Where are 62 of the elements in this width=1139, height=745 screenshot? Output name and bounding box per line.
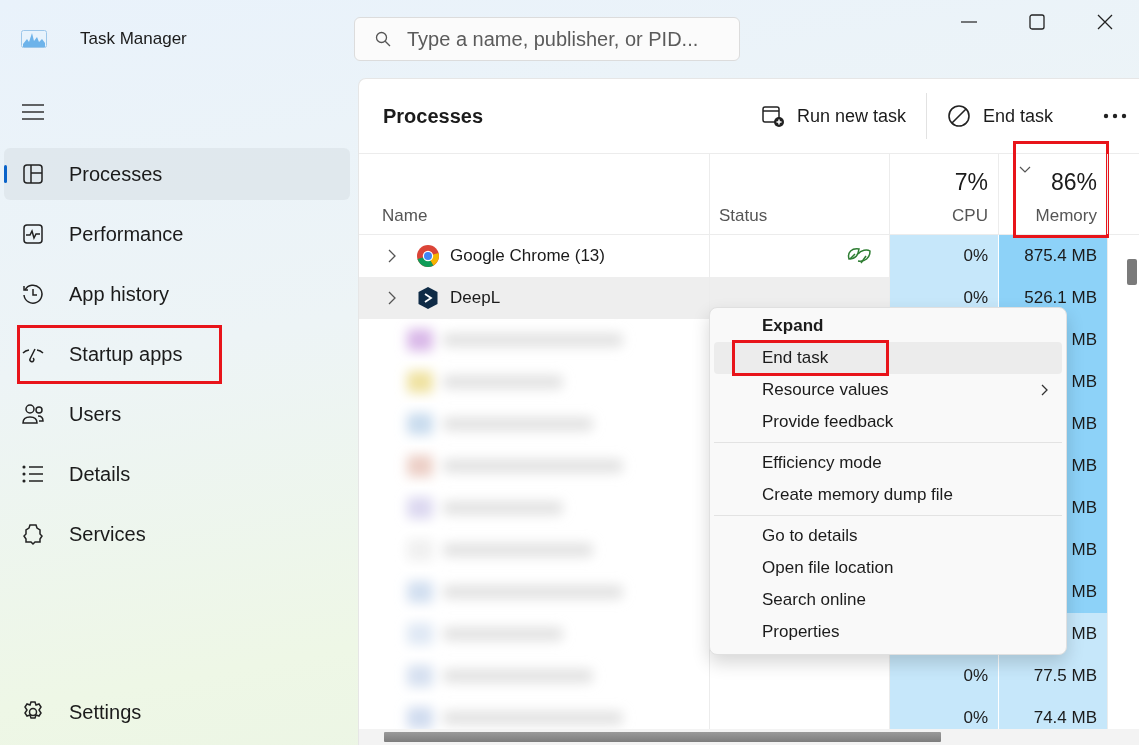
close-icon (1097, 14, 1113, 30)
process-name: DeepL (450, 288, 501, 308)
scrollbar-thumb[interactable] (1127, 259, 1137, 285)
translator-app-icon (416, 286, 440, 310)
column-header[interactable]: 7% CPU (890, 154, 998, 234)
processes-icon (21, 162, 45, 186)
block-icon (946, 104, 971, 128)
cpu-cell: 0% (889, 235, 998, 277)
column-header[interactable]: 86% Memory (999, 154, 1107, 234)
new-window-icon (760, 104, 785, 128)
services-icon (21, 522, 45, 546)
sidebar-item[interactable]: Users (4, 388, 350, 440)
memory-cell: 77.5 MB (998, 655, 1107, 697)
sidebar-label: Processes (69, 162, 163, 186)
minimize-icon (961, 21, 977, 23)
expand-chevron-icon[interactable] (388, 291, 396, 305)
sort-caret-icon (1019, 166, 1031, 173)
search-field[interactable]: Type a name, publisher, or PID... (354, 17, 740, 61)
users-icon (21, 402, 45, 426)
sidebar-label: Details (69, 462, 131, 486)
submenu-chevron-icon (1041, 384, 1048, 396)
maximize-icon (1029, 14, 1045, 30)
app-logo-icon (21, 30, 47, 48)
search-icon (375, 31, 391, 47)
column-label: Memory (1035, 206, 1097, 226)
sidebar-item[interactable]: Details (4, 448, 350, 500)
sidebar-label: Performance (69, 222, 184, 246)
performance-icon (21, 222, 45, 246)
sidebar-item[interactable]: Startup apps (4, 328, 350, 380)
run-new-task-button[interactable]: Run new task (752, 104, 914, 128)
column-header[interactable]: Name (359, 154, 709, 234)
menu-icon (22, 104, 44, 120)
column-label: Name (382, 206, 429, 226)
page-title: Processes (383, 104, 484, 128)
sidebar-item[interactable]: Processes (4, 148, 350, 200)
settings-item[interactable]: Settings (4, 686, 350, 738)
more-icon (1103, 113, 1127, 119)
column-total: 7% (954, 169, 988, 196)
name-cell[interactable]: Google Chrome (13) (359, 235, 709, 277)
expand-chevron-icon[interactable] (388, 249, 396, 263)
sidebar-item[interactable]: Services (4, 508, 350, 560)
settings-label: Settings (69, 700, 142, 724)
menu-item[interactable]: End task (714, 342, 1062, 374)
name-cell[interactable]: DeepL (359, 277, 709, 319)
sidebar-item[interactable]: App history (4, 268, 350, 320)
column-label: Status (719, 206, 769, 226)
window-title: Task Manager (80, 29, 187, 49)
sidebar-label: Startup apps (69, 342, 183, 366)
scrollbar-thumb[interactable] (384, 732, 941, 742)
memory-cell: 875.4 MB (998, 235, 1107, 277)
process-name: Google Chrome (13) (450, 246, 605, 266)
sidebar-label: Users (69, 402, 122, 426)
column-total: 86% (1050, 169, 1097, 196)
end-task-button[interactable]: End task (938, 104, 1061, 128)
column-header[interactable]: Status (710, 154, 889, 234)
column-label: CPU (952, 206, 988, 226)
sidebar-label: App history (69, 282, 170, 306)
cpu-cell: 0% (889, 655, 998, 697)
sidebar-label: Services (69, 522, 146, 546)
browser-icon (416, 244, 440, 268)
history-icon (21, 282, 45, 306)
sidebar-item[interactable]: Performance (4, 208, 350, 260)
